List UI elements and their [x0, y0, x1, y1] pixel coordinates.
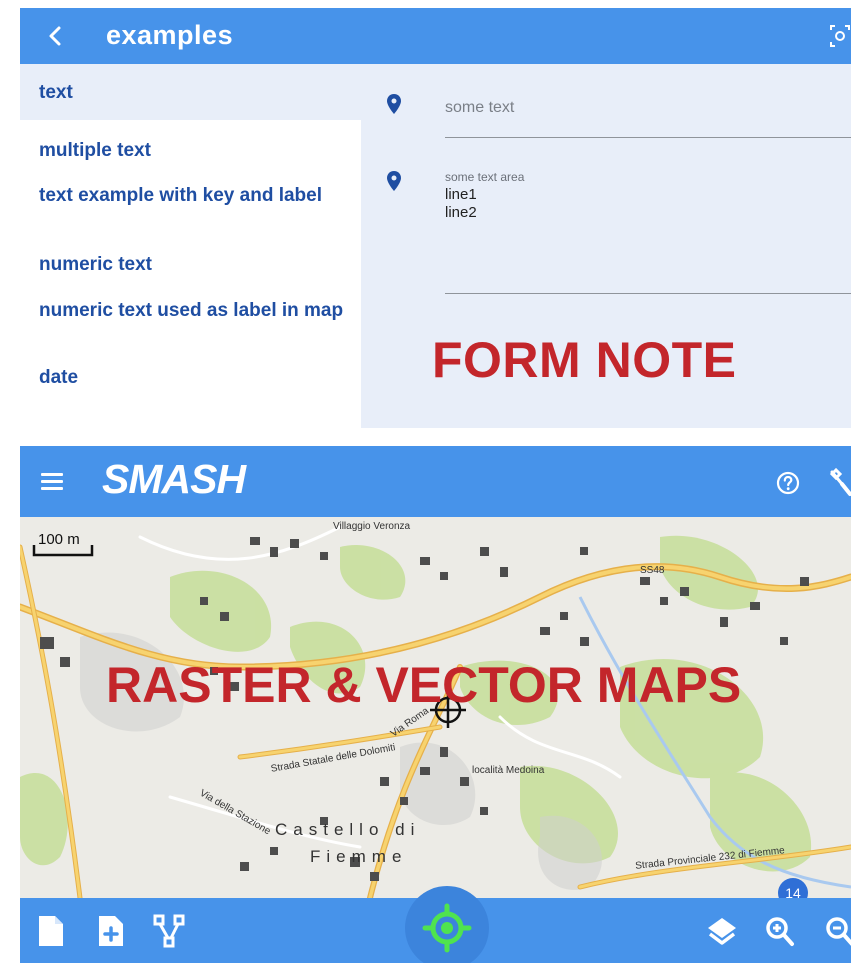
zoom-in-icon[interactable] [764, 914, 796, 948]
form-title: examples [106, 20, 234, 50]
text-field-value[interactable]: some text [445, 99, 514, 117]
help-icon[interactable] [775, 470, 801, 496]
section-item-numeric-text[interactable]: numeric text [39, 255, 351, 275]
section-list: text multiple text text example with key… [20, 64, 361, 428]
back-arrow-icon[interactable] [42, 22, 70, 50]
new-note-icon[interactable] [35, 914, 67, 948]
place-label-castello: Castello di [275, 820, 421, 839]
location-pin-icon [387, 94, 401, 114]
map-bottom-bar [20, 886, 851, 963]
place-label-village: Villaggio Veronza [333, 521, 411, 532]
text-area-line2[interactable]: line2 [445, 205, 477, 221]
map-scale-label: 100 m [38, 531, 80, 548]
gps-log-icon[interactable] [153, 914, 185, 948]
section-item-numeric-label[interactable]: numeric text used as label in map [39, 301, 351, 321]
place-label-fiemme: Fiemme [310, 847, 408, 866]
text-field-underline [445, 137, 851, 138]
scan-icon[interactable] [829, 22, 851, 50]
map-screen: SMASH 100 m Villaggio Veronza SS48 Strad… [0, 446, 851, 963]
gps-center-button[interactable] [405, 886, 489, 963]
form-note-caption: FORM NOTE [432, 332, 737, 388]
location-pin-icon [387, 171, 401, 191]
section-item-text-key-label[interactable]: text example with key and label [39, 186, 351, 206]
wrench-icon[interactable] [828, 466, 851, 498]
form-screen: examples text multiple text text example… [0, 0, 851, 428]
text-area-label: some text area [445, 170, 525, 184]
zoom-out-icon[interactable] [824, 914, 851, 948]
place-label-ss48: SS48 [640, 565, 665, 576]
smash-logo: SMASH [102, 456, 246, 502]
map-app-bar: SMASH [20, 446, 851, 517]
section-item-date[interactable]: date [39, 368, 351, 388]
add-form-note-icon[interactable] [95, 914, 127, 948]
place-label-localita: località Medoina [472, 765, 545, 776]
section-item-text[interactable]: text [39, 83, 351, 103]
text-area-underline [445, 293, 851, 294]
section-item-multiple-text[interactable]: multiple text [39, 141, 351, 161]
text-area-line1[interactable]: line1 [445, 187, 477, 203]
raster-vector-caption: RASTER & VECTOR MAPS [106, 657, 742, 713]
layers-icon[interactable] [706, 914, 738, 948]
menu-icon[interactable] [41, 473, 63, 491]
gps-target-icon [422, 903, 472, 953]
form-app-bar: examples [20, 8, 851, 64]
